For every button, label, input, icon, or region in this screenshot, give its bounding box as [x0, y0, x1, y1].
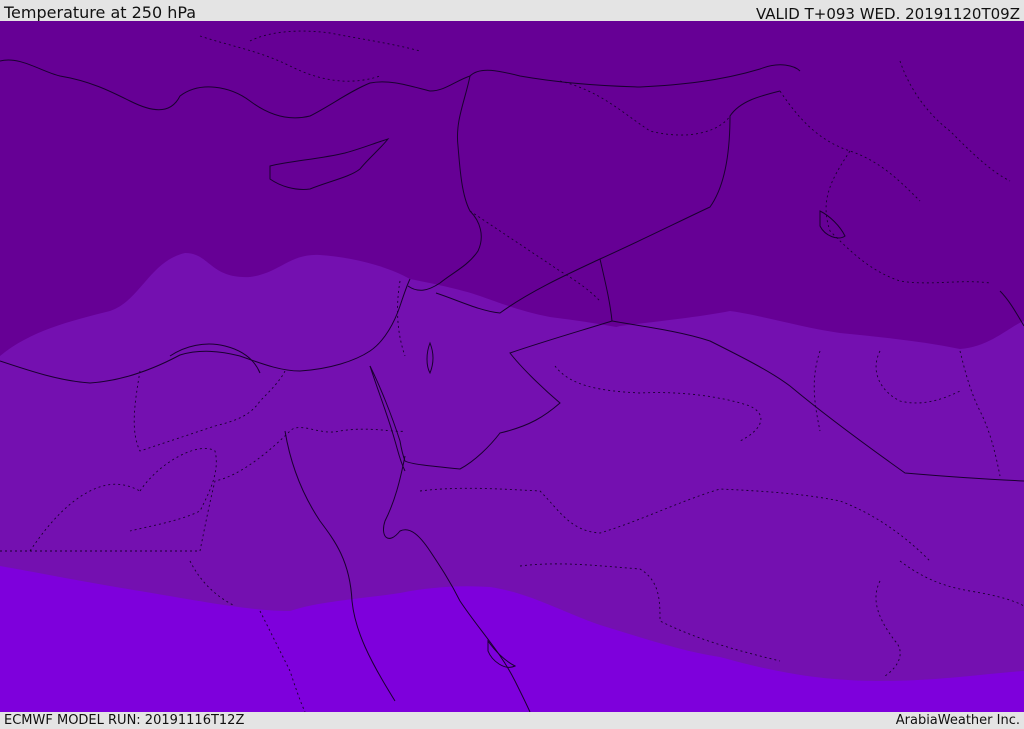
footer-bar: ECMWF MODEL RUN: 20191116T12Z ArabiaWeat…	[0, 712, 1024, 729]
header-bar: Temperature at 250 hPa VALID T+093 WED. …	[0, 0, 1024, 23]
credit-label: ArabiaWeather Inc.	[895, 713, 1020, 728]
map-canvas	[0, 21, 1024, 712]
weather-map[interactable]	[0, 21, 1024, 712]
model-run-label: ECMWF MODEL RUN: 20191116T12Z	[4, 713, 245, 728]
map-title: Temperature at 250 hPa	[4, 3, 197, 22]
